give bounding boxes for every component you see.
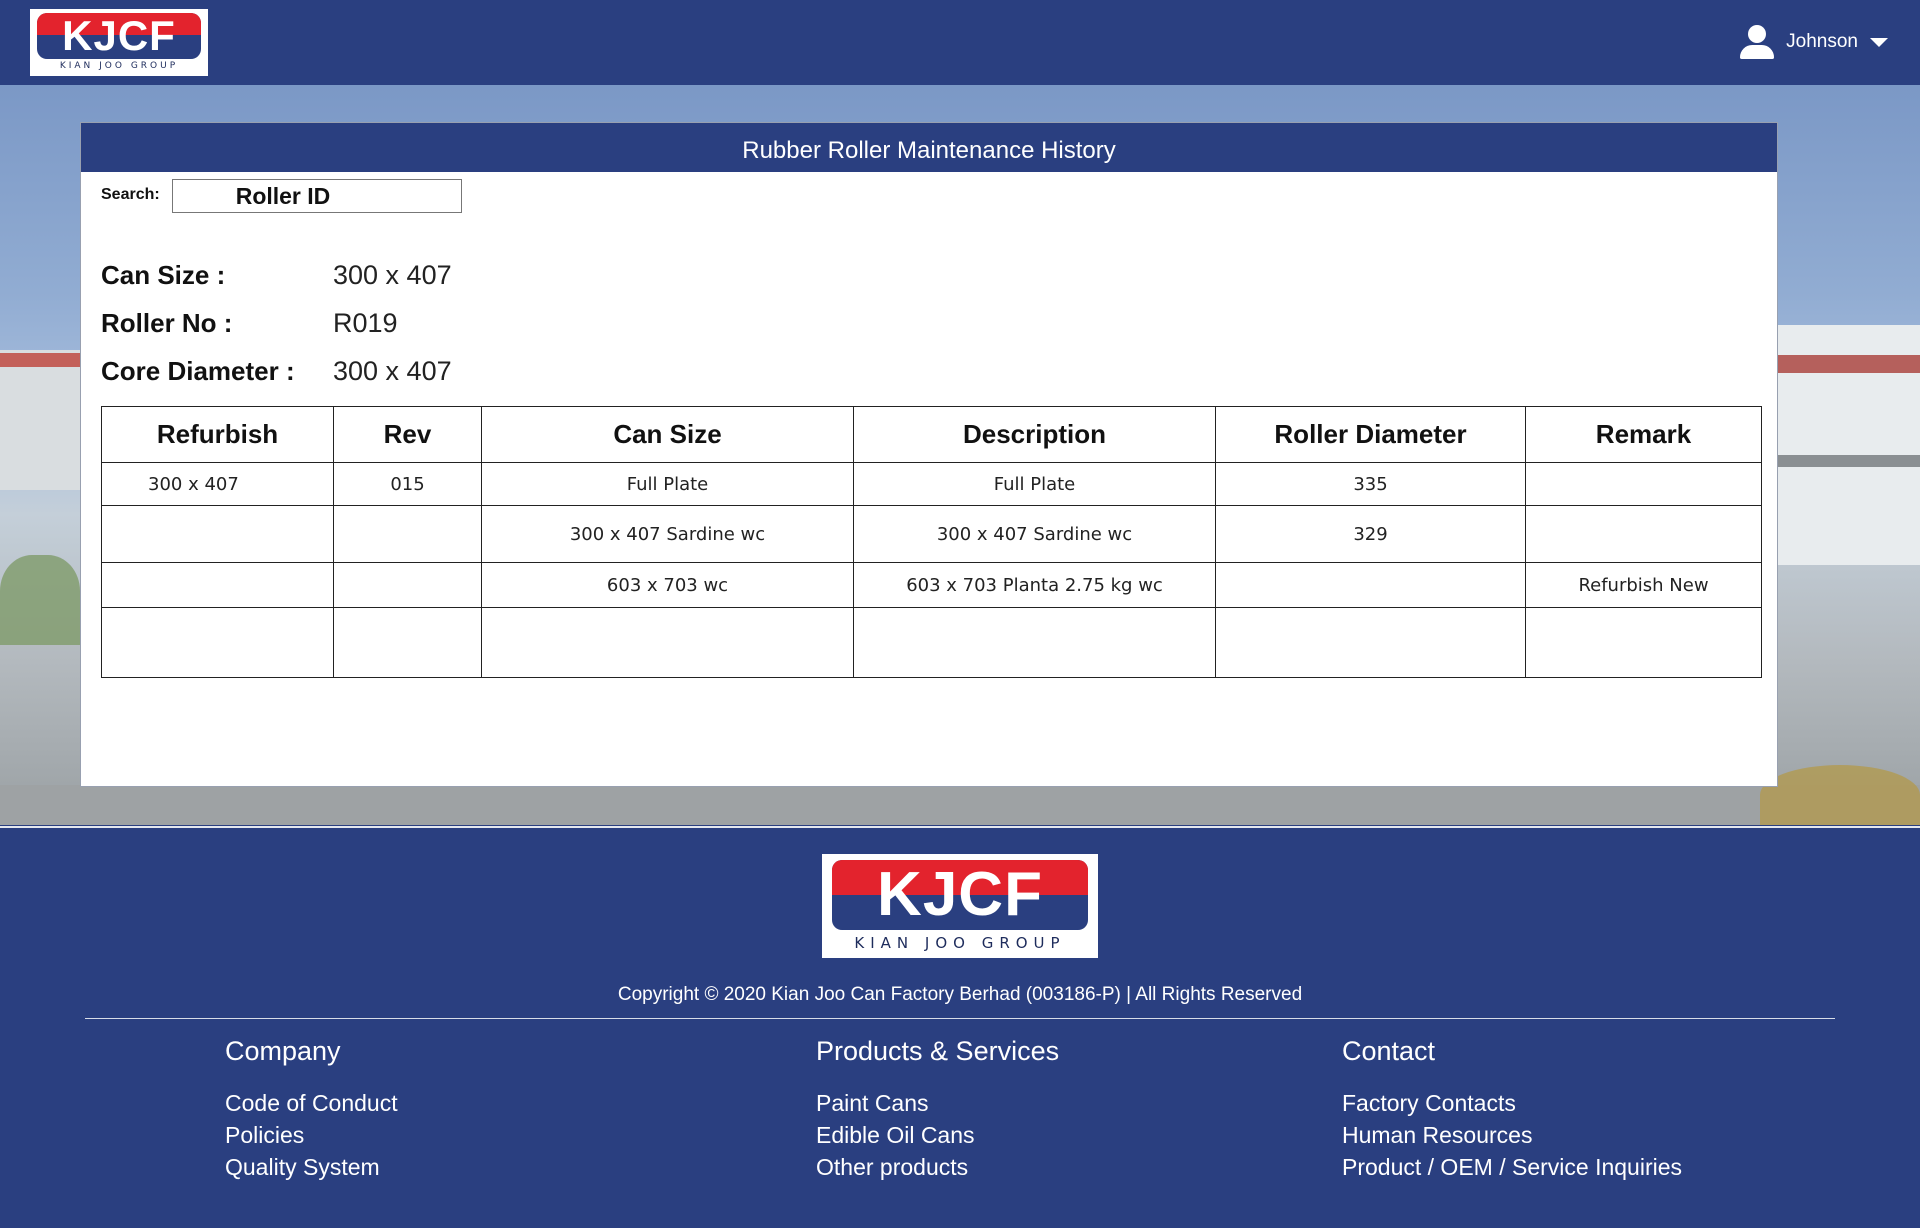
info-row-core-diameter: Core Diameter : 300 x 407 — [101, 347, 452, 395]
column-header: Rev — [333, 406, 482, 463]
chevron-down-icon[interactable] — [1870, 37, 1888, 47]
table-row[interactable]: 300 x 407 Sardine wc 300 x 407 Sardine w… — [101, 505, 1762, 563]
table-cell — [333, 607, 482, 678]
footer-link[interactable]: Edible Oil Cans — [816, 1119, 1059, 1151]
footer-kjcf-logo[interactable]: KJCF KIAN JOO GROUP — [822, 854, 1098, 958]
roller-info: Can Size : 300 x 407 Roller No : R019 Co… — [101, 251, 452, 395]
footer-column-company: Company Code of Conduct Policies Quality… — [225, 1036, 398, 1183]
table-cell — [481, 607, 854, 678]
table-cell — [1215, 607, 1526, 678]
footer-link[interactable]: Paint Cans — [816, 1087, 1059, 1119]
table-cell — [1525, 505, 1762, 563]
footer-link[interactable]: Policies — [225, 1119, 398, 1151]
table-cell: 603 x 703 Planta 2.75 kg wc — [853, 562, 1216, 608]
column-header: Refurbish — [101, 406, 334, 463]
column-header: Remark — [1525, 406, 1762, 463]
table-cell — [1525, 607, 1762, 678]
footer-link[interactable]: Other products — [816, 1151, 1059, 1183]
site-footer: KJCF KIAN JOO GROUP Copyright © 2020 Kia… — [0, 826, 1920, 1228]
footer-link[interactable]: Human Resources — [1342, 1119, 1682, 1151]
table-cell: 015 — [333, 462, 482, 506]
panel-title: Rubber Roller Maintenance History — [81, 123, 1777, 172]
info-value: 300 x 407 — [333, 355, 452, 386]
table-cell: Full Plate — [853, 462, 1216, 506]
info-label: Core Diameter : — [101, 355, 295, 386]
footer-link[interactable]: Quality System — [225, 1151, 398, 1183]
logo-subtitle: KIAN JOO GROUP — [59, 61, 179, 71]
footer-column-title: Products & Services — [816, 1036, 1060, 1066]
table-row[interactable] — [101, 607, 1762, 678]
logo-mark: KJCF — [832, 860, 1088, 930]
table-cell — [333, 562, 482, 608]
table-header-row: Refurbish Rev Can Size Description Rolle… — [101, 406, 1762, 463]
table-cell — [1215, 562, 1526, 608]
kjcf-logo[interactable]: KJCF KIAN JOO GROUP — [30, 9, 208, 76]
maintenance-history-table: Refurbish Rev Can Size Description Rolle… — [101, 406, 1762, 678]
roller-id-search-input[interactable] — [171, 179, 462, 213]
logo-mark: KJCF — [37, 13, 201, 59]
table-cell: 335 — [1215, 462, 1526, 506]
table-cell — [333, 505, 482, 563]
footer-link[interactable]: Code of Conduct — [225, 1087, 398, 1119]
table-row[interactable]: 603 x 703 wc 603 x 703 Planta 2.75 kg wc… — [101, 562, 1762, 608]
footer-column-contact: Contact Factory Contacts Human Resources… — [1342, 1036, 1682, 1183]
table-cell: Full Plate — [481, 462, 854, 506]
footer-divider — [85, 1018, 1835, 1019]
table-cell — [101, 562, 334, 608]
table-row[interactable]: 300 x 407 015 Full Plate Full Plate 335 — [101, 462, 1762, 506]
column-header: Roller Diameter — [1215, 406, 1526, 463]
footer-link[interactable]: Factory Contacts — [1342, 1087, 1682, 1119]
maintenance-history-panel: Rubber Roller Maintenance History Search… — [80, 122, 1778, 787]
logo-text: KJCF — [62, 13, 176, 59]
logo-subtitle: KIAN JOO GROUP — [854, 934, 1066, 952]
table-cell — [853, 607, 1216, 678]
table-cell — [1525, 462, 1762, 506]
info-label: Can Size : — [101, 259, 226, 290]
user-name: Johnson — [1786, 31, 1858, 52]
table-cell: Refurbish New — [1525, 562, 1762, 608]
search-label: Search: — [101, 186, 160, 203]
logo-text: KJCF — [877, 860, 1043, 929]
table-cell: 300 x 407 — [101, 462, 334, 506]
column-header: Can Size — [481, 406, 854, 463]
top-bar: KJCF KIAN JOO GROUP Johnson — [0, 0, 1920, 85]
table-cell: 300 x 407 Sardine wc — [481, 505, 854, 563]
info-row-roller-no: Roller No : R019 — [101, 299, 452, 347]
user-icon — [1738, 23, 1776, 61]
info-value: R019 — [333, 307, 398, 338]
footer-link[interactable]: Product / OEM / Service Inquiries — [1342, 1151, 1682, 1183]
footer-column-title: Company — [225, 1036, 341, 1066]
table-cell: 603 x 703 wc — [481, 562, 854, 608]
info-row-can-size: Can Size : 300 x 407 — [101, 251, 452, 299]
info-label: Roller No : — [101, 307, 233, 338]
table-cell: 329 — [1215, 505, 1526, 563]
column-header: Description — [853, 406, 1216, 463]
table-cell — [101, 505, 334, 563]
user-menu[interactable]: Johnson — [1738, 22, 1888, 62]
copyright-text: Copyright © 2020 Kian Joo Can Factory Be… — [617, 984, 1303, 1005]
table-cell — [101, 607, 334, 678]
info-value: 300 x 407 — [333, 259, 452, 290]
footer-column-products: Products & Services Paint Cans Edible Oi… — [816, 1036, 1059, 1183]
table-cell: 300 x 407 Sardine wc — [853, 505, 1216, 563]
footer-column-title: Contact — [1342, 1036, 1436, 1066]
search-bar: Search: — [101, 179, 462, 213]
